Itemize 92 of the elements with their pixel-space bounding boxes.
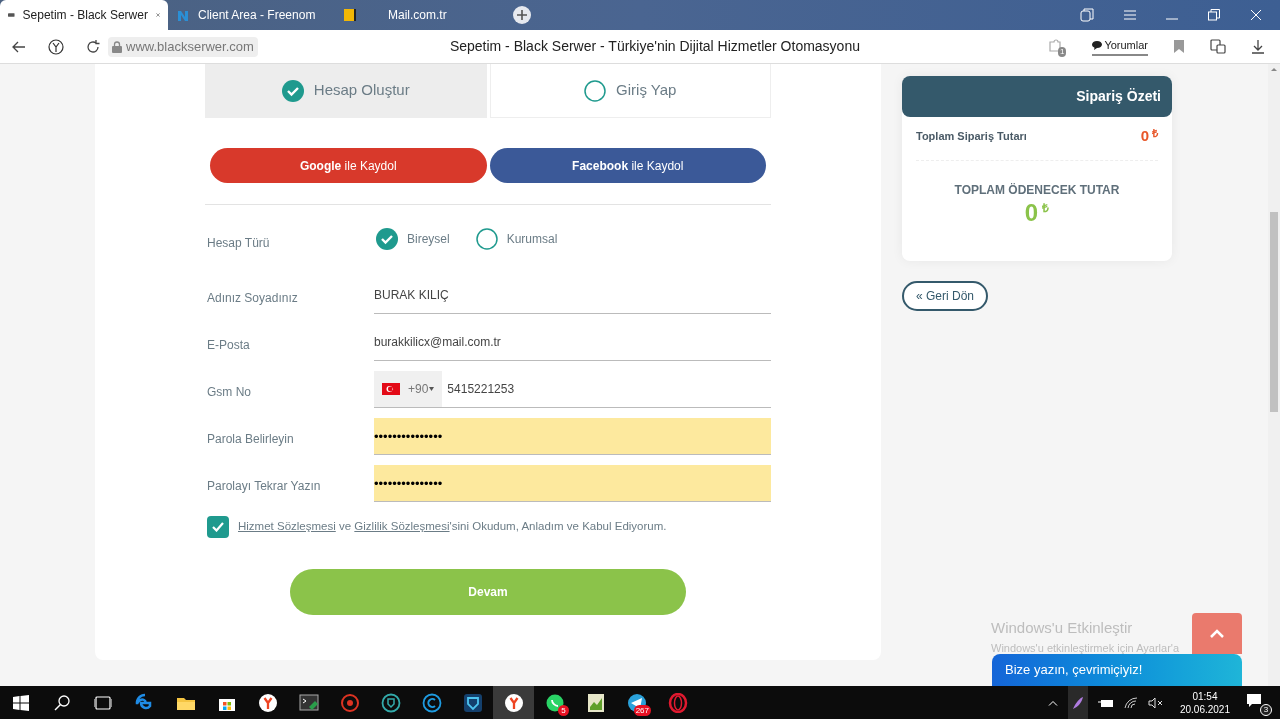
scrollbar-thumb[interactable]	[1270, 212, 1278, 412]
extension-badge: 1	[1057, 46, 1067, 57]
lock-icon	[112, 40, 122, 53]
flag-icon	[382, 383, 400, 395]
shield-icon	[462, 692, 483, 713]
service-agreement-link[interactable]: Hizmet Sözleşmesi	[238, 520, 336, 533]
radio-label: Kurumsal	[506, 231, 558, 248]
download-icon[interactable]	[1252, 39, 1264, 54]
feather-icon[interactable]	[1071, 695, 1084, 710]
back-button[interactable]: « Geri Dön	[902, 281, 989, 311]
browser-tab[interactable]: Sepetim - Black Serwer	[0, 0, 168, 30]
notification-badge: 5	[558, 705, 569, 716]
translate-icon[interactable]	[1210, 38, 1226, 55]
notepad-icon	[585, 692, 606, 713]
windows-logo-icon[interactable]	[12, 694, 29, 711]
field-label: E-Posta	[206, 336, 251, 354]
menu-icon[interactable]	[1124, 10, 1136, 20]
currency-symbol: ₺	[1042, 199, 1050, 217]
tab-title: Client Area - Freenom	[198, 7, 316, 24]
letter-c-circle-icon	[421, 692, 442, 713]
radio-label: Bireysel	[407, 231, 450, 248]
notification-count: 3	[1260, 703, 1272, 716]
letter-y-circle-icon	[257, 692, 278, 713]
letter-y-circle-icon	[503, 692, 524, 713]
total-label: Toplam Sipariş Tutarı	[916, 129, 1027, 144]
chat-bubble-icon	[544, 692, 565, 713]
password-field[interactable]: •••••••••••••••	[374, 465, 771, 502]
payable-amount: 0	[1024, 198, 1039, 227]
chevron-up-icon	[1210, 629, 1224, 638]
checkmark-circle-icon	[281, 79, 304, 102]
field-label: Adınız Soyadınız	[206, 289, 299, 307]
tab-title: Mail.com.tr	[388, 7, 447, 24]
taskbar-app-button[interactable]: 5	[534, 686, 575, 719]
field-label: Hesap Türü	[207, 235, 271, 252]
terminal-window-icon	[298, 692, 319, 713]
close-icon[interactable]	[1250, 9, 1262, 21]
browser-tab[interactable]: Mail.com.tr	[336, 0, 504, 30]
page-title: Sepetim - Black Serwer - Türkiye'nin Dijital Hizmetler Otomasyonu	[449, 37, 860, 56]
checked-radio-icon[interactable]	[376, 228, 398, 250]
bookmark-icon[interactable]	[1174, 40, 1184, 53]
tab-title: Sepetim - Black Serwer	[22, 7, 148, 24]
chevron-up-icon[interactable]	[1047, 699, 1058, 706]
shield-circle-icon	[380, 692, 401, 713]
empty-circle-icon	[584, 79, 607, 102]
radio-icon[interactable]	[475, 228, 498, 250]
close-icon[interactable]	[155, 10, 160, 20]
speaker-muted-icon[interactable]	[1147, 696, 1164, 709]
speech-bubble-icon	[1092, 40, 1103, 50]
ring-icon	[667, 692, 688, 713]
search-icon[interactable]	[53, 694, 70, 711]
field-label: Parolayı Tekrar Yazın	[206, 477, 322, 495]
address-bar[interactable]: www.blackserwer.com	[108, 36, 258, 57]
battery-plug-icon[interactable]	[1097, 697, 1114, 708]
new-tab-icon[interactable]	[512, 5, 532, 25]
taskbar-app-button[interactable]: 267	[616, 686, 657, 719]
wifi-icon[interactable]	[1123, 696, 1138, 709]
browser-tab[interactable]: Client Area - Freenom	[168, 0, 336, 30]
letter-n-icon	[176, 8, 190, 22]
currency-symbol: ₺	[1152, 126, 1158, 141]
total-amount: 0	[1140, 126, 1149, 146]
restore-icon[interactable]	[1208, 9, 1220, 21]
checkmark-icon	[212, 522, 224, 532]
clock-time: 01:54	[1192, 689, 1218, 703]
tabs-icon[interactable]	[1080, 8, 1094, 22]
account-mode-tab[interactable]: Giriş Yap	[489, 64, 771, 118]
payable-label: TOPLAM ÖDENECEK TUTAR	[954, 181, 1120, 199]
country-code-selector[interactable]: +90	[374, 371, 443, 408]
reload-icon[interactable]	[86, 39, 100, 54]
field-label: Parola Belirleyin	[206, 430, 295, 448]
agreement-checkbox[interactable]	[207, 516, 229, 538]
live-chat-button[interactable]: Bize yazın, çevrimiçiyiz!	[992, 654, 1242, 686]
caret-icon	[429, 387, 435, 391]
taskbar-app-button[interactable]	[493, 686, 534, 719]
browser-logo-icon[interactable]	[48, 38, 64, 55]
order-summary-header: Sipariş Özeti	[902, 76, 1172, 117]
task-view-icon[interactable]	[93, 695, 112, 710]
clock-date: 20.06.2021	[1179, 702, 1230, 716]
password-field[interactable]: •••••••••••••••	[374, 418, 771, 455]
account-mode-tab[interactable]: Hesap Oluştur	[205, 64, 487, 118]
facebook-signup-button[interactable]: Facebook ile Kaydol	[489, 148, 766, 183]
activation-title: Windows'u Etkinleştir	[991, 618, 1134, 638]
taskbar-clock[interactable]: 01:54 20.06.2021	[1179, 689, 1230, 716]
notification-badge: 267	[633, 705, 651, 716]
gear-circle-icon	[339, 692, 360, 713]
comments-button[interactable]: Yorumlar	[1092, 36, 1148, 57]
field-label: Gsm No	[206, 383, 252, 401]
back-arrow-icon[interactable]	[12, 40, 26, 53]
google-signup-button[interactable]: Google ile Kaydol	[210, 148, 487, 183]
puzzle-icon[interactable]	[1048, 38, 1063, 53]
square-icon	[344, 9, 356, 21]
privacy-agreement-link[interactable]: Gizlilik Sözleşmesi	[354, 520, 450, 533]
agreement-text: Hizmet Sözleşmesi ve Gizlilik Sözleşmesi'sini Okudum, Anladım ve Kabul Ediyorum.	[238, 519, 667, 535]
